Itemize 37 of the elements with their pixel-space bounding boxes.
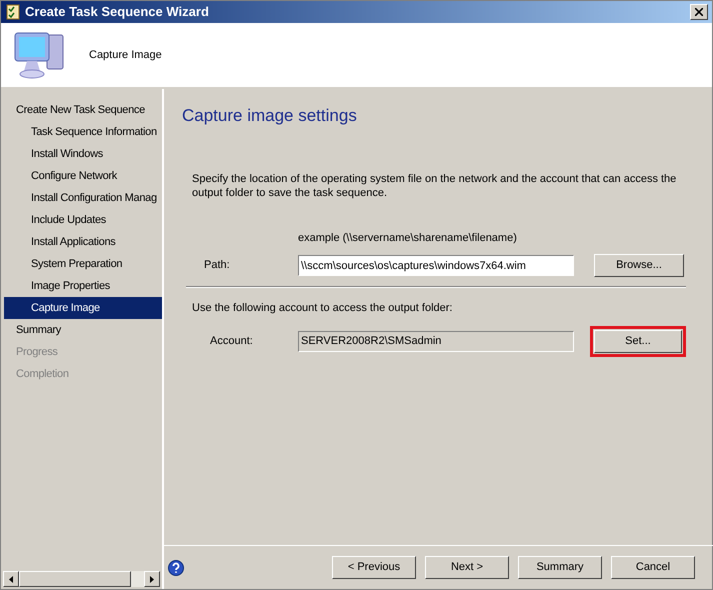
close-icon xyxy=(695,8,703,16)
close-button[interactable] xyxy=(690,4,708,20)
step-item[interactable]: Install Configuration Manag xyxy=(4,187,163,209)
left-arrow-icon xyxy=(9,576,13,582)
account-field[interactable]: SERVER2008R2\SMSadmin xyxy=(298,330,574,352)
page-title: Capture Image xyxy=(89,48,162,63)
step-item[interactable]: Create New Task Sequence xyxy=(4,99,151,121)
wizard-button[interactable]: Summary xyxy=(518,556,602,579)
step-item[interactable]: Configure Network xyxy=(4,165,123,187)
step-item[interactable]: System Preparation xyxy=(4,253,128,275)
account-label: Account: xyxy=(210,334,254,349)
wizard-button[interactable]: Next > xyxy=(425,556,509,579)
right-arrow-icon xyxy=(150,576,154,582)
step-item[interactable]: Image Properties xyxy=(4,275,116,297)
step-item[interactable]: Install Windows xyxy=(4,143,109,165)
scroll-right-button[interactable] xyxy=(144,571,160,587)
wizard-icon xyxy=(5,4,21,20)
description-text: Specify the location of the operating system file on the network and the account that can access the output folder to save the task sequence. xyxy=(192,172,678,200)
step-item[interactable]: Include Updates xyxy=(4,209,112,231)
account-note: Use the following account to access the output folder: xyxy=(192,301,454,316)
step-item[interactable]: Install Applications xyxy=(4,231,122,253)
step-item[interactable]: Task Sequence Information xyxy=(4,121,163,143)
horizontal-scrollbar[interactable] xyxy=(3,571,160,587)
step-item[interactable]: Capture Image xyxy=(4,297,162,319)
path-label: Path: xyxy=(204,258,231,274)
wizard-button[interactable]: < Previous xyxy=(332,556,416,579)
browse-button[interactable]: Browse... xyxy=(594,254,684,277)
help-icon[interactable] xyxy=(168,560,184,576)
window-title: Create Task Sequence Wizard xyxy=(25,3,210,22)
scroll-thumb[interactable] xyxy=(19,571,131,587)
scroll-left-button[interactable] xyxy=(3,571,19,587)
page-heading: Capture image settings xyxy=(182,105,358,127)
path-example: example (\\servername\sharename\filename) xyxy=(298,230,518,246)
step-item[interactable]: Summary xyxy=(4,319,67,341)
set-button[interactable]: Set... xyxy=(594,330,682,352)
path-field[interactable]: \\sccm\sources\os\captures\windows7x64.wim xyxy=(298,255,574,276)
wizard-button[interactable]: Cancel xyxy=(611,556,695,579)
